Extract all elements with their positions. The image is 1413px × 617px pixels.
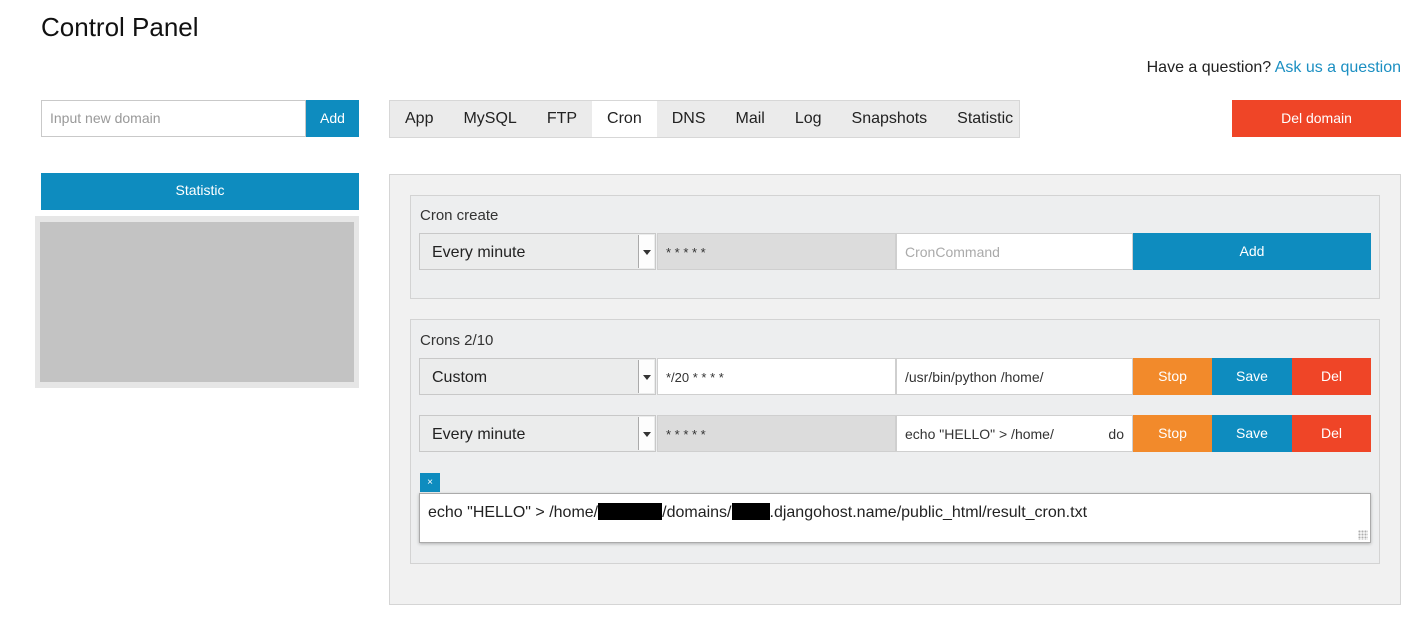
add-domain-button[interactable]: Add [306,100,359,137]
tab-dns[interactable]: DNS [657,101,721,137]
save-button[interactable]: Save [1212,358,1292,395]
cron-time-field: * * * * * [657,233,896,270]
schedule-select-value: Every minute [432,244,526,261]
chevron-down-icon [638,235,654,268]
cron-row-1-time-input[interactable]: */20 * * * * [657,358,896,395]
schedule-select[interactable]: Every minute [419,233,656,270]
help-text: Have a question? Ask us a question [1147,59,1401,77]
new-domain-input[interactable]: Input new domain [41,100,306,137]
page-title: Control Panel [41,12,199,42]
ask-question-link[interactable]: Ask us a question [1275,59,1401,76]
cron-create-title: Cron create [420,207,499,224]
tab-mail[interactable]: Mail [721,101,780,137]
help-question: Have a question? [1146,59,1272,76]
command-part-1: echo "HELLO" > /home/ [428,504,599,521]
cron-command-input[interactable]: CronCommand [896,233,1133,270]
cron-row-2-schedule-select[interactable]: Every minute [419,415,656,452]
statistic-button[interactable]: Statistic [41,173,359,210]
stop-button[interactable]: Stop [1133,358,1212,395]
crons-title: Crons 2/10 [420,332,494,349]
chevron-down-icon [638,417,654,450]
tab-statistic[interactable]: Statistic [942,101,1028,137]
command-part-2: /domains/ [662,504,732,521]
cron-row-1-schedule-select[interactable]: Custom [419,358,656,395]
stop-button[interactable]: Stop [1133,415,1212,452]
del-button[interactable]: Del [1292,415,1371,452]
redacted-block [598,503,663,520]
tab-ftp[interactable]: FTP [532,101,592,137]
tab-bar: App MySQL FTP Cron DNS Mail Log Snapshot… [389,100,1020,138]
add-cron-button[interactable]: Add [1133,233,1371,270]
redacted-block [731,503,770,520]
command-text-tail: do [1108,426,1124,442]
schedule-select-value: Every minute [432,426,526,443]
del-domain-button[interactable]: Del domain [1232,100,1401,137]
tab-snapshots[interactable]: Snapshots [837,101,943,137]
chevron-down-icon [638,360,654,393]
tab-app[interactable]: App [390,101,448,137]
cron-row-1-command-input[interactable]: /usr/bin/python /home/ [896,358,1133,395]
resize-handle-icon[interactable] [1358,530,1368,540]
close-editor-button[interactable]: × [420,473,440,492]
schedule-select-value: Custom [432,369,488,386]
del-button[interactable]: Del [1292,358,1371,395]
command-part-3: .djangohost.name/public_html/result_cron… [769,504,1088,521]
command-text: echo "HELLO" > /home/ [905,426,1054,442]
cron-row-2-time-field: * * * * * [657,415,896,452]
statistic-chart-area [40,222,354,382]
command-editor-textarea[interactable]: echo "HELLO" > /home/ /domains/ .djangohos… [419,493,1371,543]
tab-log[interactable]: Log [780,101,837,137]
tab-mysql[interactable]: MySQL [448,101,531,137]
tab-cron[interactable]: Cron [592,101,657,137]
save-button[interactable]: Save [1212,415,1292,452]
cron-row-2-command-input[interactable]: echo "HELLO" > /home/ do [896,415,1133,452]
